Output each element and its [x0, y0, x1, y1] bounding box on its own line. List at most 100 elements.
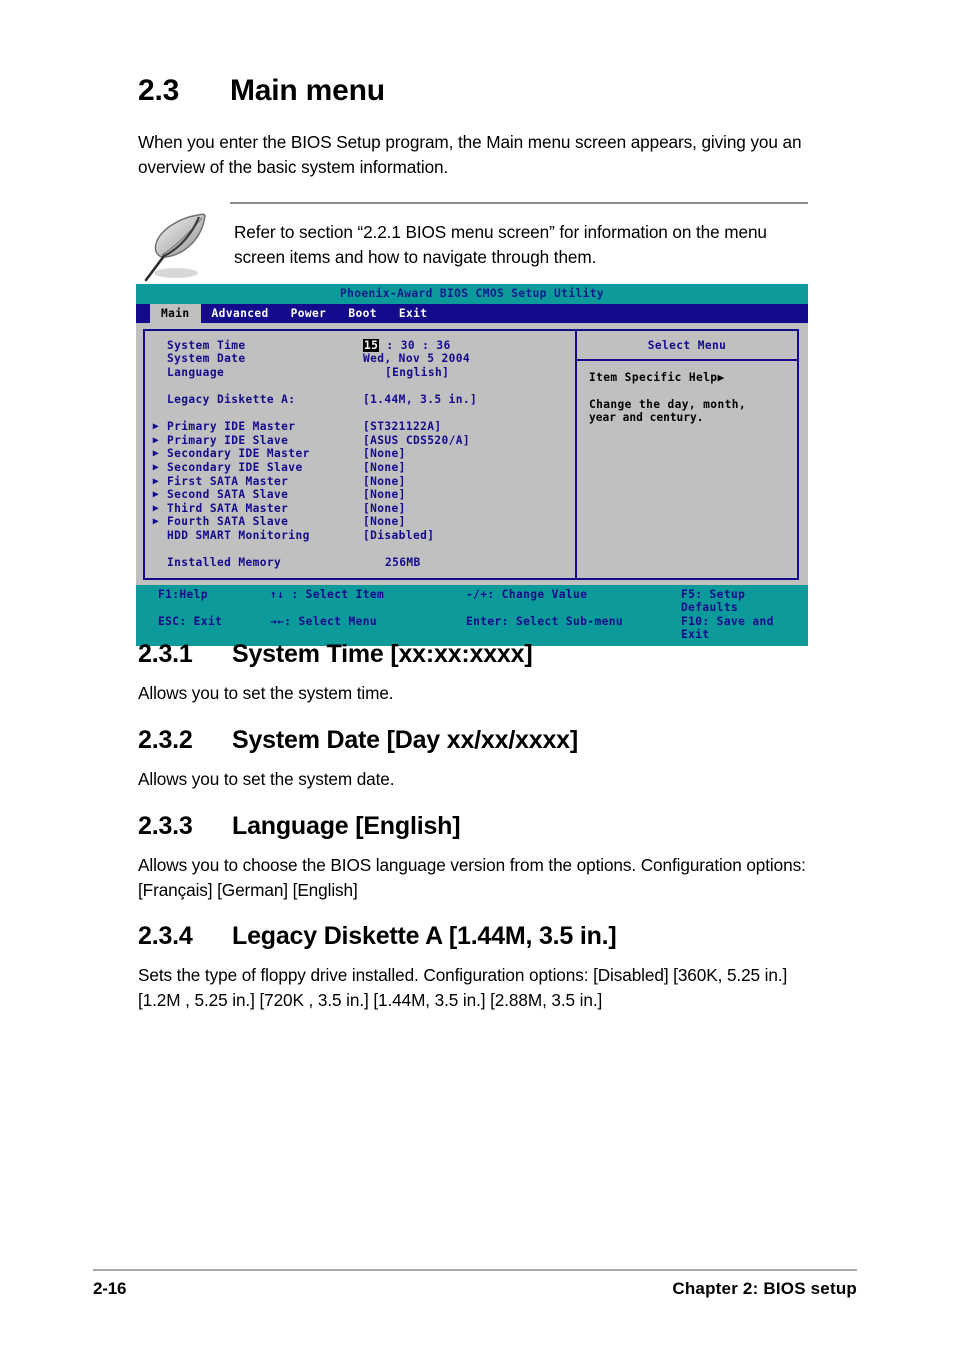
subsection-2-3-4: 2.3.4 Legacy Diskette A [1.44M, 3.5 in.]… [138, 922, 818, 1013]
subsection-2-3-1: 2.3.1 System Time [xx:xx:xxxx] Allows yo… [138, 640, 818, 706]
triangle-right-icon: ▶ [152, 489, 160, 501]
bios-value[interactable]: [English] [363, 366, 575, 380]
bios-tab-main[interactable]: Main [150, 303, 201, 323]
subsection-heading: 2.3.2 System Date [Day xx/xx/xxxx] [138, 726, 818, 755]
bios-value[interactable]: [None] [363, 475, 575, 489]
section-intro-text: When you enter the BIOS Setup program, t… [138, 132, 802, 177]
bios-value[interactable]: [None] [363, 461, 575, 475]
bios-row-hdd-smart-monitoring[interactable]: HDD SMART Monitoring [Disabled] [145, 529, 575, 543]
bios-row-marker [145, 366, 167, 380]
section-number: 2.3 [138, 74, 180, 107]
bios-row-installed-memory: Installed Memory 256MB [145, 556, 575, 570]
bios-help-text-line1: Change the day, month, [589, 397, 746, 411]
bios-label: Secondary IDE Master [167, 447, 310, 461]
bios-value[interactable]: [ASUS CDS520/A] [363, 434, 575, 448]
legend-f5-defaults[interactable]: F5: Setup Defaults [681, 588, 808, 615]
bios-row-language[interactable]: Language [English] [145, 366, 575, 380]
bios-screen: Phoenix-Award BIOS CMOS Setup Utility Ma… [136, 284, 808, 647]
subsection-title: Language [English] [232, 812, 461, 840]
legend-esc-exit[interactable]: ESC: Exit [136, 615, 270, 642]
subsection-number: 2.3.2 [138, 726, 193, 754]
bios-title-bar: Phoenix-Award BIOS CMOS Setup Utility [136, 284, 808, 304]
triangle-right-icon: ▶ [152, 448, 160, 460]
bios-tab-advanced[interactable]: Advanced [201, 304, 280, 323]
bios-value: 256MB [385, 556, 421, 570]
note-callout: Refer to section “2.2.1 BIOS menu screen… [138, 202, 808, 288]
bios-label: System Time [167, 338, 246, 352]
triangle-right-icon: ▶ [152, 516, 160, 528]
bios-label: System Date [167, 352, 246, 366]
bios-help-body: Item Specific Help▶ Change the day, mont… [577, 361, 797, 425]
manual-page: 2.3 Main menu When you enter the BIOS Se… [0, 0, 954, 1351]
bios-label: Second SATA Slave [167, 488, 289, 502]
bios-row-secondary-ide-master[interactable]: ▶ Secondary IDE Master [None] [145, 447, 575, 461]
legend-select-submenu: Enter: Select Sub-menu [466, 614, 623, 628]
section-title: Main menu [230, 74, 385, 107]
legend-select-item: ↑↓ : Select Item [270, 587, 385, 601]
note-text: Refer to section “2.2.1 BIOS menu screen… [234, 222, 767, 267]
legend-f1-help[interactable]: F1:Help [136, 588, 270, 615]
footer-rule [93, 1269, 857, 1271]
bios-row-primary-ide-slave[interactable]: ▶ Primary IDE Slave [ASUS CDS520/A] [145, 434, 575, 448]
legend-select-menu: →←: Select Menu [270, 614, 378, 628]
triangle-right-icon: ▶ [152, 434, 160, 446]
bios-value[interactable]: Wed, Nov 5 2004 [363, 352, 575, 366]
bios-help-text-line2: year and century. [589, 411, 704, 425]
subsection-number: 2.3.4 [138, 922, 193, 950]
bios-label: Language [167, 365, 225, 379]
subsection-2-3-2: 2.3.2 System Date [Day xx/xx/xxxx] Allow… [138, 726, 818, 792]
bios-row-system-date[interactable]: System Date Wed, Nov 5 2004 [145, 352, 575, 366]
bios-legend-bar: F1:Help ↑↓ : Select Item -/+: Change Val… [136, 584, 808, 647]
chapter-label: Chapter 2: BIOS setup [672, 1279, 857, 1298]
bios-tab-boot[interactable]: Boot [337, 304, 388, 323]
subsection-title: System Time [xx:xx:xxxx] [232, 640, 533, 668]
bios-label: Fourth SATA Slave [167, 515, 289, 529]
subsection-number: 2.3.3 [138, 812, 193, 840]
triangle-right-icon: ▶ [152, 421, 160, 433]
subsection-heading: 2.3.4 Legacy Diskette A [1.44M, 3.5 in.] [138, 922, 818, 951]
bios-row-second-sata-slave[interactable]: ▶ Second SATA Slave [None] [145, 488, 575, 502]
bios-row-first-sata-master[interactable]: ▶ First SATA Master [None] [145, 475, 575, 489]
legend-f10-save-exit[interactable]: F10: Save and Exit [681, 615, 808, 642]
page-number: 2-16 [93, 1279, 127, 1298]
subsection-body: Allows you to choose the BIOS language v… [138, 855, 806, 900]
bios-tab-exit[interactable]: Exit [388, 304, 439, 323]
bios-label: HDD SMART Monitoring [167, 528, 310, 542]
bios-value[interactable]: [None] [363, 488, 575, 502]
bios-row-marker [145, 352, 167, 366]
bios-value[interactable]: [None] [363, 515, 575, 529]
bios-value[interactable]: 15 : 30 : 36 [363, 338, 575, 353]
bios-label: Installed Memory [167, 556, 282, 570]
bios-row-third-sata-master[interactable]: ▶ Third SATA Master [None] [145, 502, 575, 516]
bios-tab-power[interactable]: Power [280, 304, 338, 323]
subsection-2-3-3: 2.3.3 Language [English] Allows you to c… [138, 812, 818, 903]
page-title: 2.3 Main menu [138, 74, 808, 108]
triangle-right-icon: ▶ [152, 461, 160, 473]
bios-label: Third SATA Master [167, 501, 289, 515]
bios-time-hour-highlight[interactable]: 15 [363, 338, 380, 352]
bios-time-rest: : 30 : 36 [379, 338, 451, 352]
bios-row-system-time[interactable]: System Time 15 : 30 : 36 [145, 338, 575, 353]
bios-body: System Time 15 : 30 : 36 System Date Wed… [136, 322, 808, 585]
bios-row-spacer [145, 379, 575, 393]
bios-value[interactable]: [None] [363, 502, 575, 516]
triangle-right-icon: ▶ [152, 502, 160, 514]
bios-row-fourth-sata-slave[interactable]: ▶ Fourth SATA Slave [None] [145, 515, 575, 529]
bios-menu-bar[interactable]: Main Advanced Power Boot Exit [136, 303, 808, 323]
bios-row-legacy-diskette-a[interactable]: Legacy Diskette A: [1.44M, 3.5 in.] [145, 393, 575, 407]
bios-row-spacer [145, 407, 575, 421]
bios-row-secondary-ide-slave[interactable]: ▶ Secondary IDE Slave [None] [145, 461, 575, 475]
bios-row-marker [145, 393, 167, 407]
bios-value[interactable]: [ST321122A] [363, 420, 575, 434]
subsection-title: Legacy Diskette A [1.44M, 3.5 in.] [232, 922, 617, 950]
bios-row-marker [145, 339, 167, 353]
bios-value[interactable]: [Disabled] [363, 529, 575, 543]
bios-value[interactable]: [1.44M, 3.5 in.] [363, 393, 575, 407]
triangle-right-icon: ▶ [152, 475, 160, 487]
subsection-body: Sets the type of floppy drive installed.… [138, 965, 788, 1010]
bios-label: Primary IDE Slave [167, 433, 289, 447]
subsection-number: 2.3.1 [138, 640, 193, 668]
bios-row-primary-ide-master[interactable]: ▶ Primary IDE Master [ST321122A] [145, 420, 575, 434]
bios-value[interactable]: [None] [363, 447, 575, 461]
bios-label: Secondary IDE Slave [167, 460, 303, 474]
